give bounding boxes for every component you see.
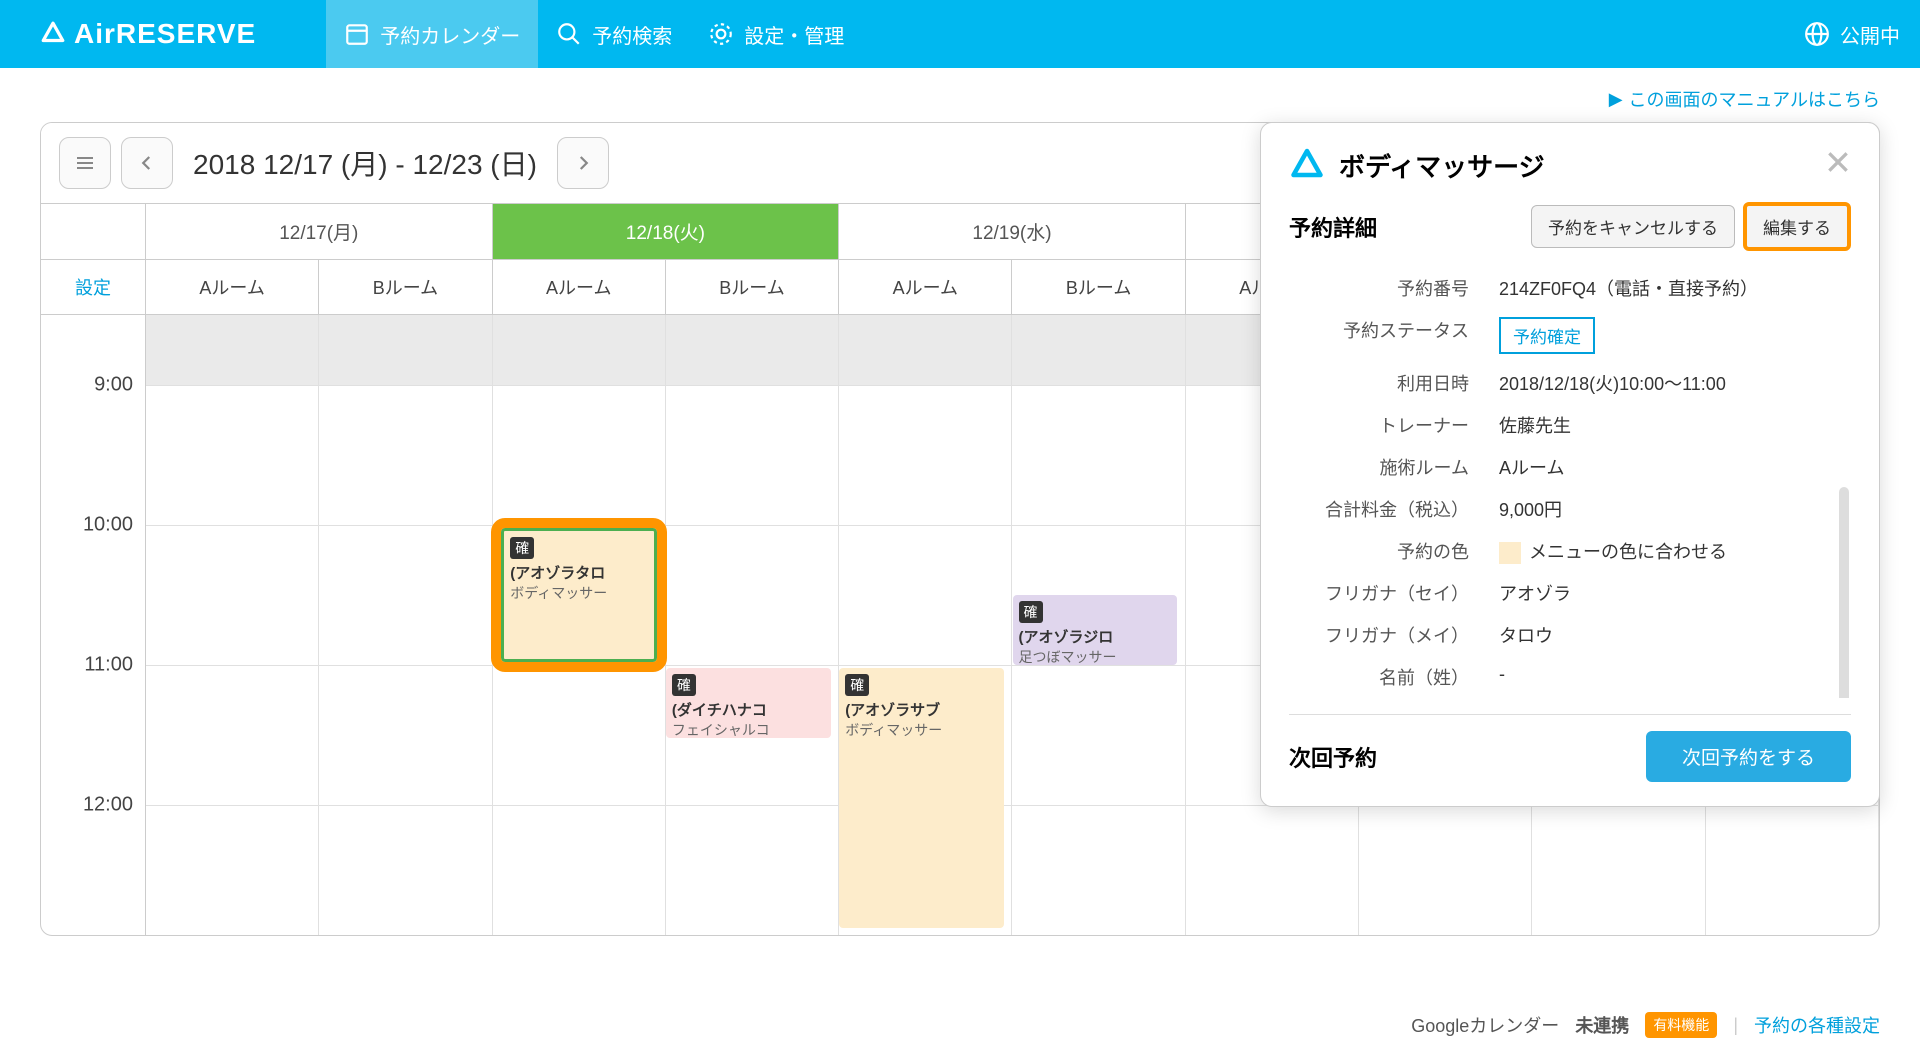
color-chip [1499,542,1521,564]
detail-value: タロウ [1499,622,1851,648]
reservation-detail-panel: ボディマッサージ 予約詳細 予約をキャンセルする 編集する 予約番号214ZF0… [1260,122,1880,807]
search-icon [556,21,582,47]
date-range: 2018 12/17 (月) - 12/23 (日) [193,143,537,183]
nav-calendar[interactable]: 予約カレンダー [326,0,538,68]
publish-status[interactable]: 公開中 [1804,20,1900,49]
nav-settings[interactable]: 設定・管理 [690,0,862,68]
detail-label: 利用日時 [1289,370,1499,396]
detail-label: 予約の色 [1289,538,1499,564]
gcal-label: Googleカレンダー [1411,1012,1559,1038]
detail-value: - [1499,664,1851,690]
room-header: Bルーム [1012,260,1185,314]
detail-label: フリガナ（メイ） [1289,622,1499,648]
time-label: 11:00 [84,654,133,677]
cancel-reservation-button[interactable]: 予約をキャンセルする [1531,205,1735,248]
detail-label: 予約ステータス [1289,317,1499,354]
time-label: 9:00 [94,374,133,397]
detail-value: 214ZF0FQ4（電話・直接予約） [1499,275,1851,301]
day-header: 12/17(月) [146,204,493,259]
room-header: Aルーム [493,260,666,314]
brand-logo: AirRESERVE [40,18,256,50]
close-icon [1825,149,1851,175]
calendar-icon [344,21,370,47]
day-header: 12/19(水) [839,204,1186,259]
detail-value: Aルーム [1499,454,1851,480]
prev-week-button[interactable] [121,137,173,189]
top-nav: AirRESERVE 予約カレンダー 予約検索 設定・管理 公開中 [0,0,1920,68]
room-header: Aルーム [146,260,319,314]
next-week-button[interactable] [557,137,609,189]
next-reservation-button[interactable]: 次回予約をする [1646,731,1851,782]
gear-icon [708,21,734,47]
detail-label: 合計料金（税込） [1289,496,1499,522]
paid-badge: 有料機能 [1645,1012,1717,1038]
room-header: Bルーム [319,260,492,314]
time-label: 12:00 [83,794,133,817]
reservation-settings-link[interactable]: 予約の各種設定 [1754,1012,1880,1038]
panel-logo-icon [1289,148,1325,184]
column-settings-link[interactable]: 設定 [41,260,146,314]
panel-scrollbar[interactable] [1839,487,1849,698]
time-label: 10:00 [83,514,133,537]
chevron-left-icon [138,154,156,172]
detail-value: 佐藤先生 [1499,412,1851,438]
detail-value: メニューの色に合わせる [1499,538,1851,564]
detail-value: アオゾラ [1499,580,1851,606]
logo-icon [40,21,66,47]
detail-value: 9,000円 [1499,496,1851,522]
menu-button[interactable] [59,137,111,189]
section-title: 予約詳細 [1289,211,1531,243]
edit-button[interactable]: 編集する [1743,202,1851,251]
event-selected[interactable]: 確 (アオゾラタロ ボディマッサー [501,528,657,662]
room-header: Bルーム [666,260,839,314]
footer: Googleカレンダー 未連携 有料機能 | 予約の各種設定 [1411,1012,1880,1038]
globe-icon [1804,21,1830,47]
detail-value: 2018/12/18(火)10:00〜11:00 [1499,370,1851,396]
panel-title: ボディマッサージ [1339,147,1811,184]
detail-label: フリガナ（セイ） [1289,580,1499,606]
manual-link[interactable]: ▶ この画面のマニュアルはこちら [1609,86,1880,112]
hamburger-icon [73,151,97,175]
status-badge: 予約確定 [1499,317,1595,354]
detail-label: 施術ルーム [1289,454,1499,480]
gcal-status: 未連携 [1575,1012,1629,1038]
detail-label: 名前（姓） [1289,664,1499,690]
day-header-today: 12/18(火) [493,204,840,259]
room-header: Aルーム [839,260,1012,314]
event[interactable]: 確 (ダイチハナコ フェイシャルコ [666,668,831,738]
nav-search[interactable]: 予約検索 [538,0,690,68]
event[interactable]: 確 (アオゾラジロ 足つぼマッサー [1013,595,1178,665]
event[interactable]: 確 (アオゾラサブ ボディマッサー [839,668,1004,928]
chevron-right-icon [574,154,592,172]
close-button[interactable] [1825,149,1851,183]
next-reservation-title: 次回予約 [1289,741,1646,773]
detail-label: トレーナー [1289,412,1499,438]
detail-label: 予約番号 [1289,275,1499,301]
